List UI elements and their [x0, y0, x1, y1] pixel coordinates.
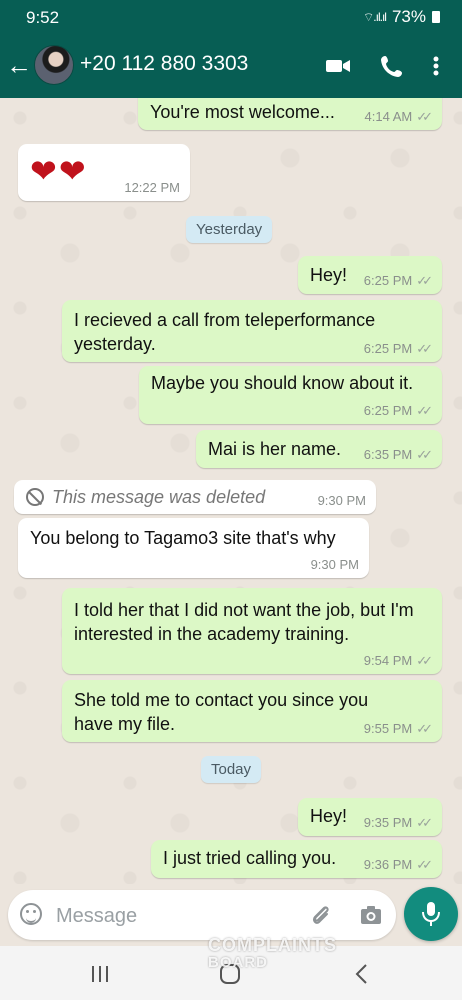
- message-time: 6:25 PM: [363, 273, 413, 288]
- message-text: She told me to contact you since you hav…: [74, 690, 369, 734]
- battery-level: 73%: [391, 7, 426, 26]
- message-list[interactable]: You're most welcome... 4:14 AM ✓✓ ❤❤ 12:2…: [0, 98, 462, 884]
- message-time: 12:22 PM: [124, 180, 180, 195]
- phone-icon[interactable]: [376, 50, 408, 82]
- mic-icon: [422, 902, 440, 926]
- message-text: Hey!: [310, 806, 348, 826]
- message-time: 9:55 PM: [363, 721, 413, 736]
- message-text: I told her that I did not want the job, …: [74, 600, 414, 644]
- status-time: 9:52: [26, 8, 60, 27]
- double-check-icon: ✓✓: [416, 857, 433, 872]
- message-text: Hey!: [310, 265, 348, 285]
- message-bubble-out[interactable]: Maybe you should know about it. 6:25 PM ✓…: [139, 366, 442, 424]
- double-check-icon: ✓✓: [416, 447, 433, 462]
- message-bubble-in[interactable]: You belong to Tagamo3 site that's why 9:…: [18, 518, 369, 578]
- mic-button[interactable]: [404, 887, 458, 941]
- message-time: 9:30 PM: [310, 557, 359, 572]
- message-text: This message was deleted: [52, 487, 266, 507]
- message-time: 9:30 PM: [317, 493, 366, 508]
- chat-header: ← +20 112 880 3303: [0, 34, 462, 98]
- watermark: COMPLAINTS BOARD: [208, 935, 337, 971]
- message-text: I recieved a call from teleperformance y…: [74, 310, 376, 354]
- nav-back-icon[interactable]: [344, 960, 380, 988]
- message-text: Mai is her name.: [208, 439, 342, 459]
- message-time: 9:36 PM: [363, 857, 413, 872]
- recents-icon[interactable]: [82, 960, 118, 988]
- message-time: 6:25 PM: [363, 403, 413, 418]
- signal-icon: ⌔.ıl.ıl: [363, 9, 387, 24]
- message-bubble-out[interactable]: I told her that I did not want the job, …: [62, 588, 442, 674]
- message-time: 9:54 PM: [363, 653, 413, 668]
- back-arrow-icon[interactable]: ←: [6, 52, 32, 80]
- message-time: 6:25 PM: [363, 341, 413, 356]
- message-emoji: ❤❤: [30, 153, 88, 189]
- attach-icon[interactable]: [308, 902, 334, 928]
- message-bubble-out[interactable]: You're most welcome... 4:14 AM ✓✓: [138, 98, 442, 130]
- status-bar: 9:52 ⌔.ıl.ıl 73%: [0, 0, 462, 34]
- more-icon[interactable]: [424, 50, 448, 82]
- blocked-icon: [26, 488, 44, 506]
- battery-icon: [432, 11, 440, 23]
- double-check-icon: ✓✓: [416, 273, 433, 288]
- double-check-icon: ✓✓: [416, 815, 433, 830]
- message-text: Maybe you should know about it.: [151, 373, 414, 393]
- message-bubble-out[interactable]: Mai is her name. 6:35 PM ✓✓: [196, 430, 442, 468]
- double-check-icon: ✓✓: [416, 403, 433, 418]
- message-input[interactable]: [54, 900, 298, 932]
- double-check-icon: ✓✓: [416, 109, 433, 124]
- avatar[interactable]: [34, 45, 74, 85]
- message-bubble-out[interactable]: She told me to contact you since you hav…: [62, 680, 442, 742]
- message-bubble-out[interactable]: I recieved a call from teleperformance y…: [62, 300, 442, 362]
- emoji-icon[interactable]: [20, 903, 42, 925]
- message-bubble-out[interactable]: I just tried calling you. 9:36 PM ✓✓: [151, 840, 442, 878]
- message-bubble-out[interactable]: Hey! 6:25 PM ✓✓: [298, 256, 442, 294]
- video-icon[interactable]: [322, 50, 354, 82]
- message-text: You belong to Tagamo3 site that's why: [30, 528, 336, 548]
- date-chip: Today: [201, 756, 262, 783]
- message-bubble-out[interactable]: Hey! 9:35 PM ✓✓: [298, 798, 442, 836]
- message-text: I just tried calling you.: [163, 848, 337, 868]
- date-chip: Yesterday: [186, 216, 273, 243]
- message-time: 9:35 PM: [363, 815, 413, 830]
- double-check-icon: ✓✓: [416, 653, 433, 668]
- double-check-icon: ✓✓: [416, 721, 433, 736]
- deleted-message[interactable]: This message was deleted 9:30 PM: [14, 480, 376, 514]
- message-time: 6:35 PM: [363, 447, 413, 462]
- message-text: You're most welcome...: [150, 102, 335, 122]
- contact-name[interactable]: +20 112 880 3303: [80, 52, 248, 76]
- message-composer: [8, 890, 396, 940]
- double-check-icon: ✓✓: [416, 341, 433, 356]
- message-time: 4:14 AM: [364, 109, 413, 124]
- camera-icon[interactable]: [358, 902, 384, 928]
- message-bubble-in[interactable]: ❤❤ 12:22 PM: [18, 144, 190, 201]
